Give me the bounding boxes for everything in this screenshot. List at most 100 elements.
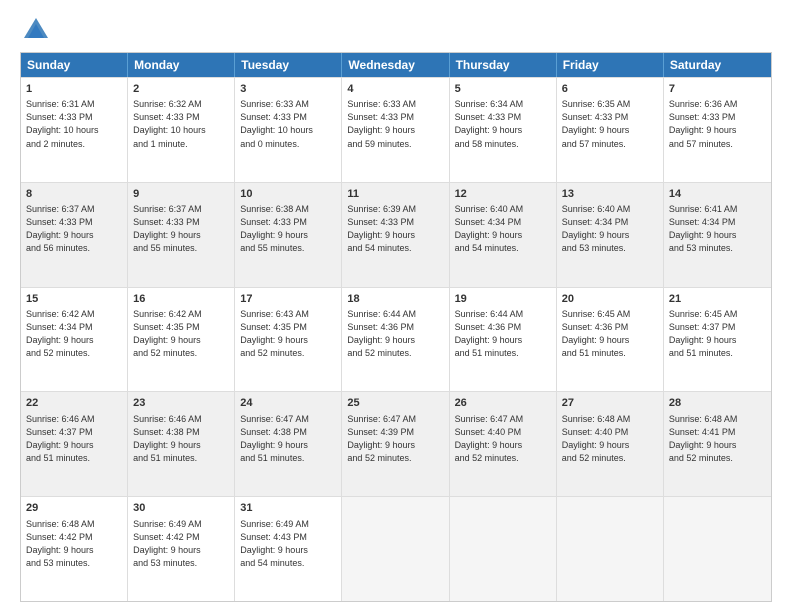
calendar-week-3: 15Sunrise: 6:42 AMSunset: 4:34 PMDayligh… (21, 287, 771, 392)
day-number: 21 (669, 292, 766, 307)
table-row: 9Sunrise: 6:37 AMSunset: 4:33 PMDaylight… (128, 183, 235, 287)
header-day-tuesday: Tuesday (235, 53, 342, 77)
day-number: 19 (455, 292, 551, 307)
table-row: 6Sunrise: 6:35 AMSunset: 4:33 PMDaylight… (557, 78, 664, 182)
day-info: Sunrise: 6:38 AMSunset: 4:33 PMDaylight:… (240, 203, 336, 255)
table-row: 19Sunrise: 6:44 AMSunset: 4:36 PMDayligh… (450, 288, 557, 392)
header-day-wednesday: Wednesday (342, 53, 449, 77)
day-number: 4 (347, 82, 443, 97)
table-row: 11Sunrise: 6:39 AMSunset: 4:33 PMDayligh… (342, 183, 449, 287)
table-row: 4Sunrise: 6:33 AMSunset: 4:33 PMDaylight… (342, 78, 449, 182)
table-row: 25 Sunrise: 6:47 AMSunset: 4:39 PMDayligh… (342, 392, 449, 496)
day-info: Sunrise: 6:40 AMSunset: 4:34 PMDaylight:… (455, 203, 551, 255)
day-info: Sunrise: 6:42 AMSunset: 4:35 PMDaylight:… (133, 308, 229, 360)
day-number: 16 (133, 292, 229, 307)
table-row (342, 497, 449, 601)
day-number: 31 (240, 501, 336, 516)
day-number: 20 (562, 292, 658, 307)
day-info: Sunrise: 6:46 AMSunset: 4:38 PMDaylight:… (133, 413, 229, 465)
table-row: 10Sunrise: 6:38 AMSunset: 4:33 PMDayligh… (235, 183, 342, 287)
table-row: 30 Sunrise: 6:49 AMSunset: 4:42 PMDayligh… (128, 497, 235, 601)
day-info: Sunrise: 6:40 AMSunset: 4:34 PMDaylight:… (562, 203, 658, 255)
day-info: Sunrise: 6:48 AMSunset: 4:41 PMDaylight:… (669, 413, 766, 465)
table-row: 28 Sunrise: 6:48 AMSunset: 4:41 PMDayligh… (664, 392, 771, 496)
day-info: Sunrise: 6:47 AMSunset: 4:38 PMDaylight:… (240, 413, 336, 465)
calendar-header: SundayMondayTuesdayWednesdayThursdayFrid… (21, 53, 771, 77)
day-number: 17 (240, 292, 336, 307)
day-number: 25 (347, 396, 443, 411)
table-row: 29 Sunrise: 6:48 AMSunset: 4:42 PMDayligh… (21, 497, 128, 601)
table-row: 24 Sunrise: 6:47 AMSunset: 4:38 PMDayligh… (235, 392, 342, 496)
day-info: Sunrise: 6:31 AMSunset: 4:33 PMDaylight:… (26, 98, 122, 150)
table-row: 16Sunrise: 6:42 AMSunset: 4:35 PMDayligh… (128, 288, 235, 392)
header-day-sunday: Sunday (21, 53, 128, 77)
day-number: 10 (240, 187, 336, 202)
table-row: 17Sunrise: 6:43 AMSunset: 4:35 PMDayligh… (235, 288, 342, 392)
day-info: Sunrise: 6:47 AMSunset: 4:40 PMDaylight:… (455, 413, 551, 465)
day-number: 28 (669, 396, 766, 411)
day-info: Sunrise: 6:35 AMSunset: 4:33 PMDaylight:… (562, 98, 658, 150)
day-number: 18 (347, 292, 443, 307)
day-number: 22 (26, 396, 122, 411)
day-number: 12 (455, 187, 551, 202)
table-row: 18Sunrise: 6:44 AMSunset: 4:36 PMDayligh… (342, 288, 449, 392)
table-row: 3Sunrise: 6:33 AMSunset: 4:33 PMDaylight… (235, 78, 342, 182)
day-info: Sunrise: 6:37 AMSunset: 4:33 PMDaylight:… (26, 203, 122, 255)
table-row (664, 497, 771, 601)
day-info: Sunrise: 6:39 AMSunset: 4:33 PMDaylight:… (347, 203, 443, 255)
calendar-week-2: 8Sunrise: 6:37 AMSunset: 4:33 PMDaylight… (21, 182, 771, 287)
day-info: Sunrise: 6:46 AMSunset: 4:37 PMDaylight:… (26, 413, 122, 465)
table-row: 22 Sunrise: 6:46 AMSunset: 4:37 PMDayligh… (21, 392, 128, 496)
table-row (557, 497, 664, 601)
day-number: 15 (26, 292, 122, 307)
day-number: 24 (240, 396, 336, 411)
table-row: 5Sunrise: 6:34 AMSunset: 4:33 PMDaylight… (450, 78, 557, 182)
day-info: Sunrise: 6:47 AMSunset: 4:39 PMDaylight:… (347, 413, 443, 465)
day-number: 30 (133, 501, 229, 516)
day-number: 23 (133, 396, 229, 411)
table-row: 8Sunrise: 6:37 AMSunset: 4:33 PMDaylight… (21, 183, 128, 287)
day-info: Sunrise: 6:49 AMSunset: 4:42 PMDaylight:… (133, 518, 229, 570)
day-number: 27 (562, 396, 658, 411)
day-info: Sunrise: 6:49 AMSunset: 4:43 PMDaylight:… (240, 518, 336, 570)
table-row (450, 497, 557, 601)
day-number: 29 (26, 501, 122, 516)
table-row: 15Sunrise: 6:42 AMSunset: 4:34 PMDayligh… (21, 288, 128, 392)
table-row: 12Sunrise: 6:40 AMSunset: 4:34 PMDayligh… (450, 183, 557, 287)
header-day-friday: Friday (557, 53, 664, 77)
day-info: Sunrise: 6:43 AMSunset: 4:35 PMDaylight:… (240, 308, 336, 360)
day-number: 6 (562, 82, 658, 97)
header (20, 16, 772, 44)
table-row: 27Sunrise: 6:48 AMSunset: 4:40 PMDayligh… (557, 392, 664, 496)
day-info: Sunrise: 6:44 AMSunset: 4:36 PMDaylight:… (347, 308, 443, 360)
day-info: Sunrise: 6:36 AMSunset: 4:33 PMDaylight:… (669, 98, 766, 150)
day-info: Sunrise: 6:33 AMSunset: 4:33 PMDaylight:… (240, 98, 336, 150)
table-row: 7Sunrise: 6:36 AMSunset: 4:33 PMDaylight… (664, 78, 771, 182)
day-number: 8 (26, 187, 122, 202)
header-day-thursday: Thursday (450, 53, 557, 77)
day-info: Sunrise: 6:44 AMSunset: 4:36 PMDaylight:… (455, 308, 551, 360)
day-number: 26 (455, 396, 551, 411)
day-info: Sunrise: 6:32 AMSunset: 4:33 PMDaylight:… (133, 98, 229, 150)
table-row: 23 Sunrise: 6:46 AMSunset: 4:38 PMDayligh… (128, 392, 235, 496)
day-number: 3 (240, 82, 336, 97)
day-info: Sunrise: 6:41 AMSunset: 4:34 PMDaylight:… (669, 203, 766, 255)
day-number: 11 (347, 187, 443, 202)
day-info: Sunrise: 6:37 AMSunset: 4:33 PMDaylight:… (133, 203, 229, 255)
calendar-week-5: 29 Sunrise: 6:48 AMSunset: 4:42 PMDayligh… (21, 496, 771, 601)
day-number: 1 (26, 82, 122, 97)
header-day-monday: Monday (128, 53, 235, 77)
page: SundayMondayTuesdayWednesdayThursdayFrid… (0, 0, 792, 612)
day-number: 5 (455, 82, 551, 97)
logo-icon (22, 16, 50, 44)
table-row: 2Sunrise: 6:32 AMSunset: 4:33 PMDaylight… (128, 78, 235, 182)
calendar-week-1: 1Sunrise: 6:31 AMSunset: 4:33 PMDaylight… (21, 77, 771, 182)
day-info: Sunrise: 6:42 AMSunset: 4:34 PMDaylight:… (26, 308, 122, 360)
day-info: Sunrise: 6:48 AMSunset: 4:42 PMDaylight:… (26, 518, 122, 570)
table-row: 14Sunrise: 6:41 AMSunset: 4:34 PMDayligh… (664, 183, 771, 287)
day-number: 14 (669, 187, 766, 202)
table-row: 31 Sunrise: 6:49 AMSunset: 4:43 PMDayligh… (235, 497, 342, 601)
calendar-body: 1Sunrise: 6:31 AMSunset: 4:33 PMDaylight… (21, 77, 771, 601)
table-row: 21Sunrise: 6:45 AMSunset: 4:37 PMDayligh… (664, 288, 771, 392)
table-row: 1Sunrise: 6:31 AMSunset: 4:33 PMDaylight… (21, 78, 128, 182)
